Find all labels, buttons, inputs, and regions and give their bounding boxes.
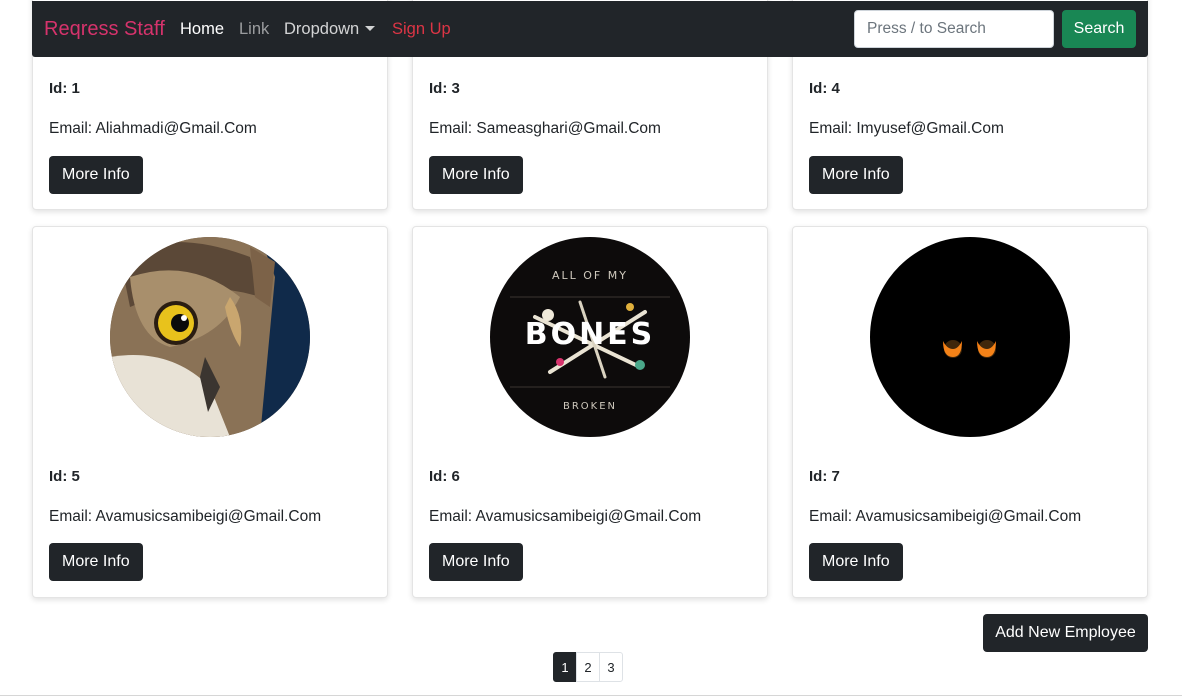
employee-id: Id: 7 [809,468,840,485]
employee-email: Email: Avamusicsamibeigi@Gmail.Com [809,508,1082,525]
employee-email: Email: Sameasghari@Gmail.Com [429,120,661,137]
employee-id: Id: 5 [49,468,80,485]
nav-link-link[interactable]: Link [239,20,269,39]
employee-card-5: Id: 5 Email: Avamusicsamibeigi@Gmail.Com… [32,226,388,598]
owl-image [110,237,310,437]
brand-link[interactable]: Reqress Staff [44,18,165,41]
more-info-button[interactable]: More Info [49,156,143,194]
nav-link-home[interactable]: Home [180,20,224,39]
employee-id: Id: 3 [429,80,460,97]
page-item-1[interactable]: 1 [553,652,577,682]
search-input[interactable] [854,10,1054,48]
employee-id: Id: 4 [809,80,840,97]
employee-card-6: ALL OF MY BONES BROKEN Id: 6 Email: Avam… [412,226,768,598]
employee-email: Email: Imyusef@Gmail.Com [809,120,1004,137]
employee-email: Email: Avamusicsamibeigi@Gmail.Com [49,508,322,525]
page-item-3[interactable]: 3 [599,652,623,682]
nav-link-sign-up[interactable]: Sign Up [392,20,451,39]
page-item-2[interactable]: 2 [576,652,600,682]
glowing-eyes-avatar-image [870,237,1070,437]
employee-id: Id: 1 [49,80,80,97]
employee-id: Id: 6 [429,468,460,485]
album-text-middle: BONES [525,317,656,352]
caret-down-icon [365,26,376,31]
more-info-button[interactable]: More Info [809,543,903,581]
page-bottom-border [0,695,1182,696]
bones-avatar-image: ALL OF MY BONES BROKEN [490,237,690,437]
more-info-button[interactable]: More Info [49,543,143,581]
album-text-top: ALL OF MY [552,269,628,282]
more-info-button[interactable]: More Info [429,543,523,581]
nav-dropdown-toggle[interactable]: Dropdown [284,20,376,39]
more-info-button[interactable]: More Info [429,156,523,194]
top-navbar: Reqress Staff Home Link Dropdown Sign Up… [32,1,1148,57]
employee-card-7: Id: 7 Email: Avamusicsamibeigi@Gmail.Com… [792,226,1148,598]
owl-avatar-image [110,237,310,437]
employee-email: Email: Avamusicsamibeigi@Gmail.Com [429,508,702,525]
more-info-button[interactable]: More Info [809,156,903,194]
glowing-eyes-image [870,237,1070,437]
pagination: 1 2 3 [553,652,623,682]
nav-dropdown-label: Dropdown [284,20,360,38]
bones-album-image: ALL OF MY BONES BROKEN [490,237,690,437]
search-button[interactable]: Search [1062,10,1136,48]
album-text-bottom: BROKEN [563,401,617,412]
add-new-employee-button[interactable]: Add New Employee [983,614,1148,652]
employee-email: Email: Aliahmadi@Gmail.Com [49,120,257,137]
